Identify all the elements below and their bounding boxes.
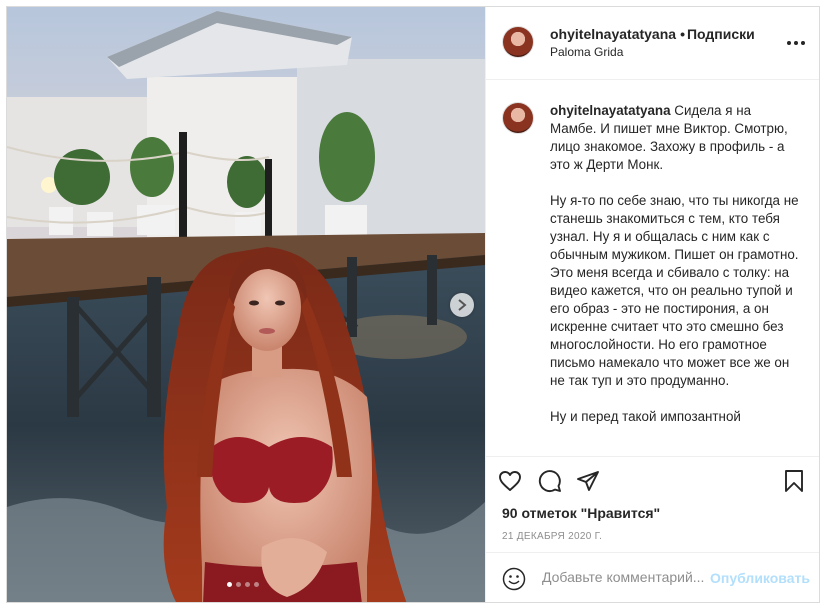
like-button[interactable] <box>496 467 524 495</box>
bookmark-icon <box>785 470 803 492</box>
location-link[interactable]: Paloma Grida <box>550 45 623 59</box>
following-button[interactable]: Подписки <box>687 26 755 42</box>
more-options-button[interactable] <box>786 33 806 53</box>
comment-icon <box>538 470 561 492</box>
heart-icon <box>499 471 521 491</box>
post-dialog: ohyitelnayatatyana • Подписки Paloma Grida… <box>6 6 820 603</box>
photo-image <box>7 7 485 602</box>
action-bar: 90 отметок "Нравится" 21 ДЕКАБРЯ 2020 Г. <box>486 456 819 553</box>
emoji-button[interactable] <box>502 567 526 591</box>
comment-form: Опубликовать <box>486 552 819 602</box>
share-icon <box>577 471 599 491</box>
carousel-dot <box>245 582 250 587</box>
carousel-dot <box>236 582 241 587</box>
caption-username[interactable]: ohyitelnayatatyana <box>550 103 671 118</box>
post-date: 21 ДЕКАБРЯ 2020 Г. <box>502 531 603 542</box>
post-header: ohyitelnayatatyana • Подписки Paloma Grida <box>486 7 819 80</box>
carousel-next-button[interactable] <box>450 293 474 317</box>
post-side-panel: ohyitelnayatatyana • Подписки Paloma Grida… <box>485 7 819 602</box>
post-photo <box>7 7 485 602</box>
comment-input[interactable] <box>542 569 710 585</box>
caption-avatar[interactable] <box>502 102 534 134</box>
more-horizontal-icon <box>787 41 805 45</box>
avatar[interactable] <box>502 26 534 58</box>
carousel-dot <box>254 582 259 587</box>
comment-button[interactable] <box>536 467 564 495</box>
publish-comment-button[interactable]: Опубликовать <box>710 570 810 586</box>
caption-text: Сидела я на Мамбе. И пишет мне Виктор. С… <box>550 103 799 424</box>
carousel-indicator <box>227 582 259 587</box>
caption: ohyitelnayatatyana Сидела я на Мамбе. И … <box>550 102 800 426</box>
author-username[interactable]: ohyitelnayatatyana <box>550 26 676 42</box>
likes-count[interactable]: 90 отметок "Нравится" <box>502 505 660 521</box>
share-button[interactable] <box>574 467 602 495</box>
header-separator: • <box>680 26 685 42</box>
smiley-icon <box>502 567 526 591</box>
chevron-right-icon <box>458 299 467 311</box>
save-button[interactable] <box>780 467 808 495</box>
carousel-dot-active <box>227 582 232 587</box>
comments-area: ohyitelnayatatyana Сидела я на Мамбе. И … <box>486 80 819 456</box>
